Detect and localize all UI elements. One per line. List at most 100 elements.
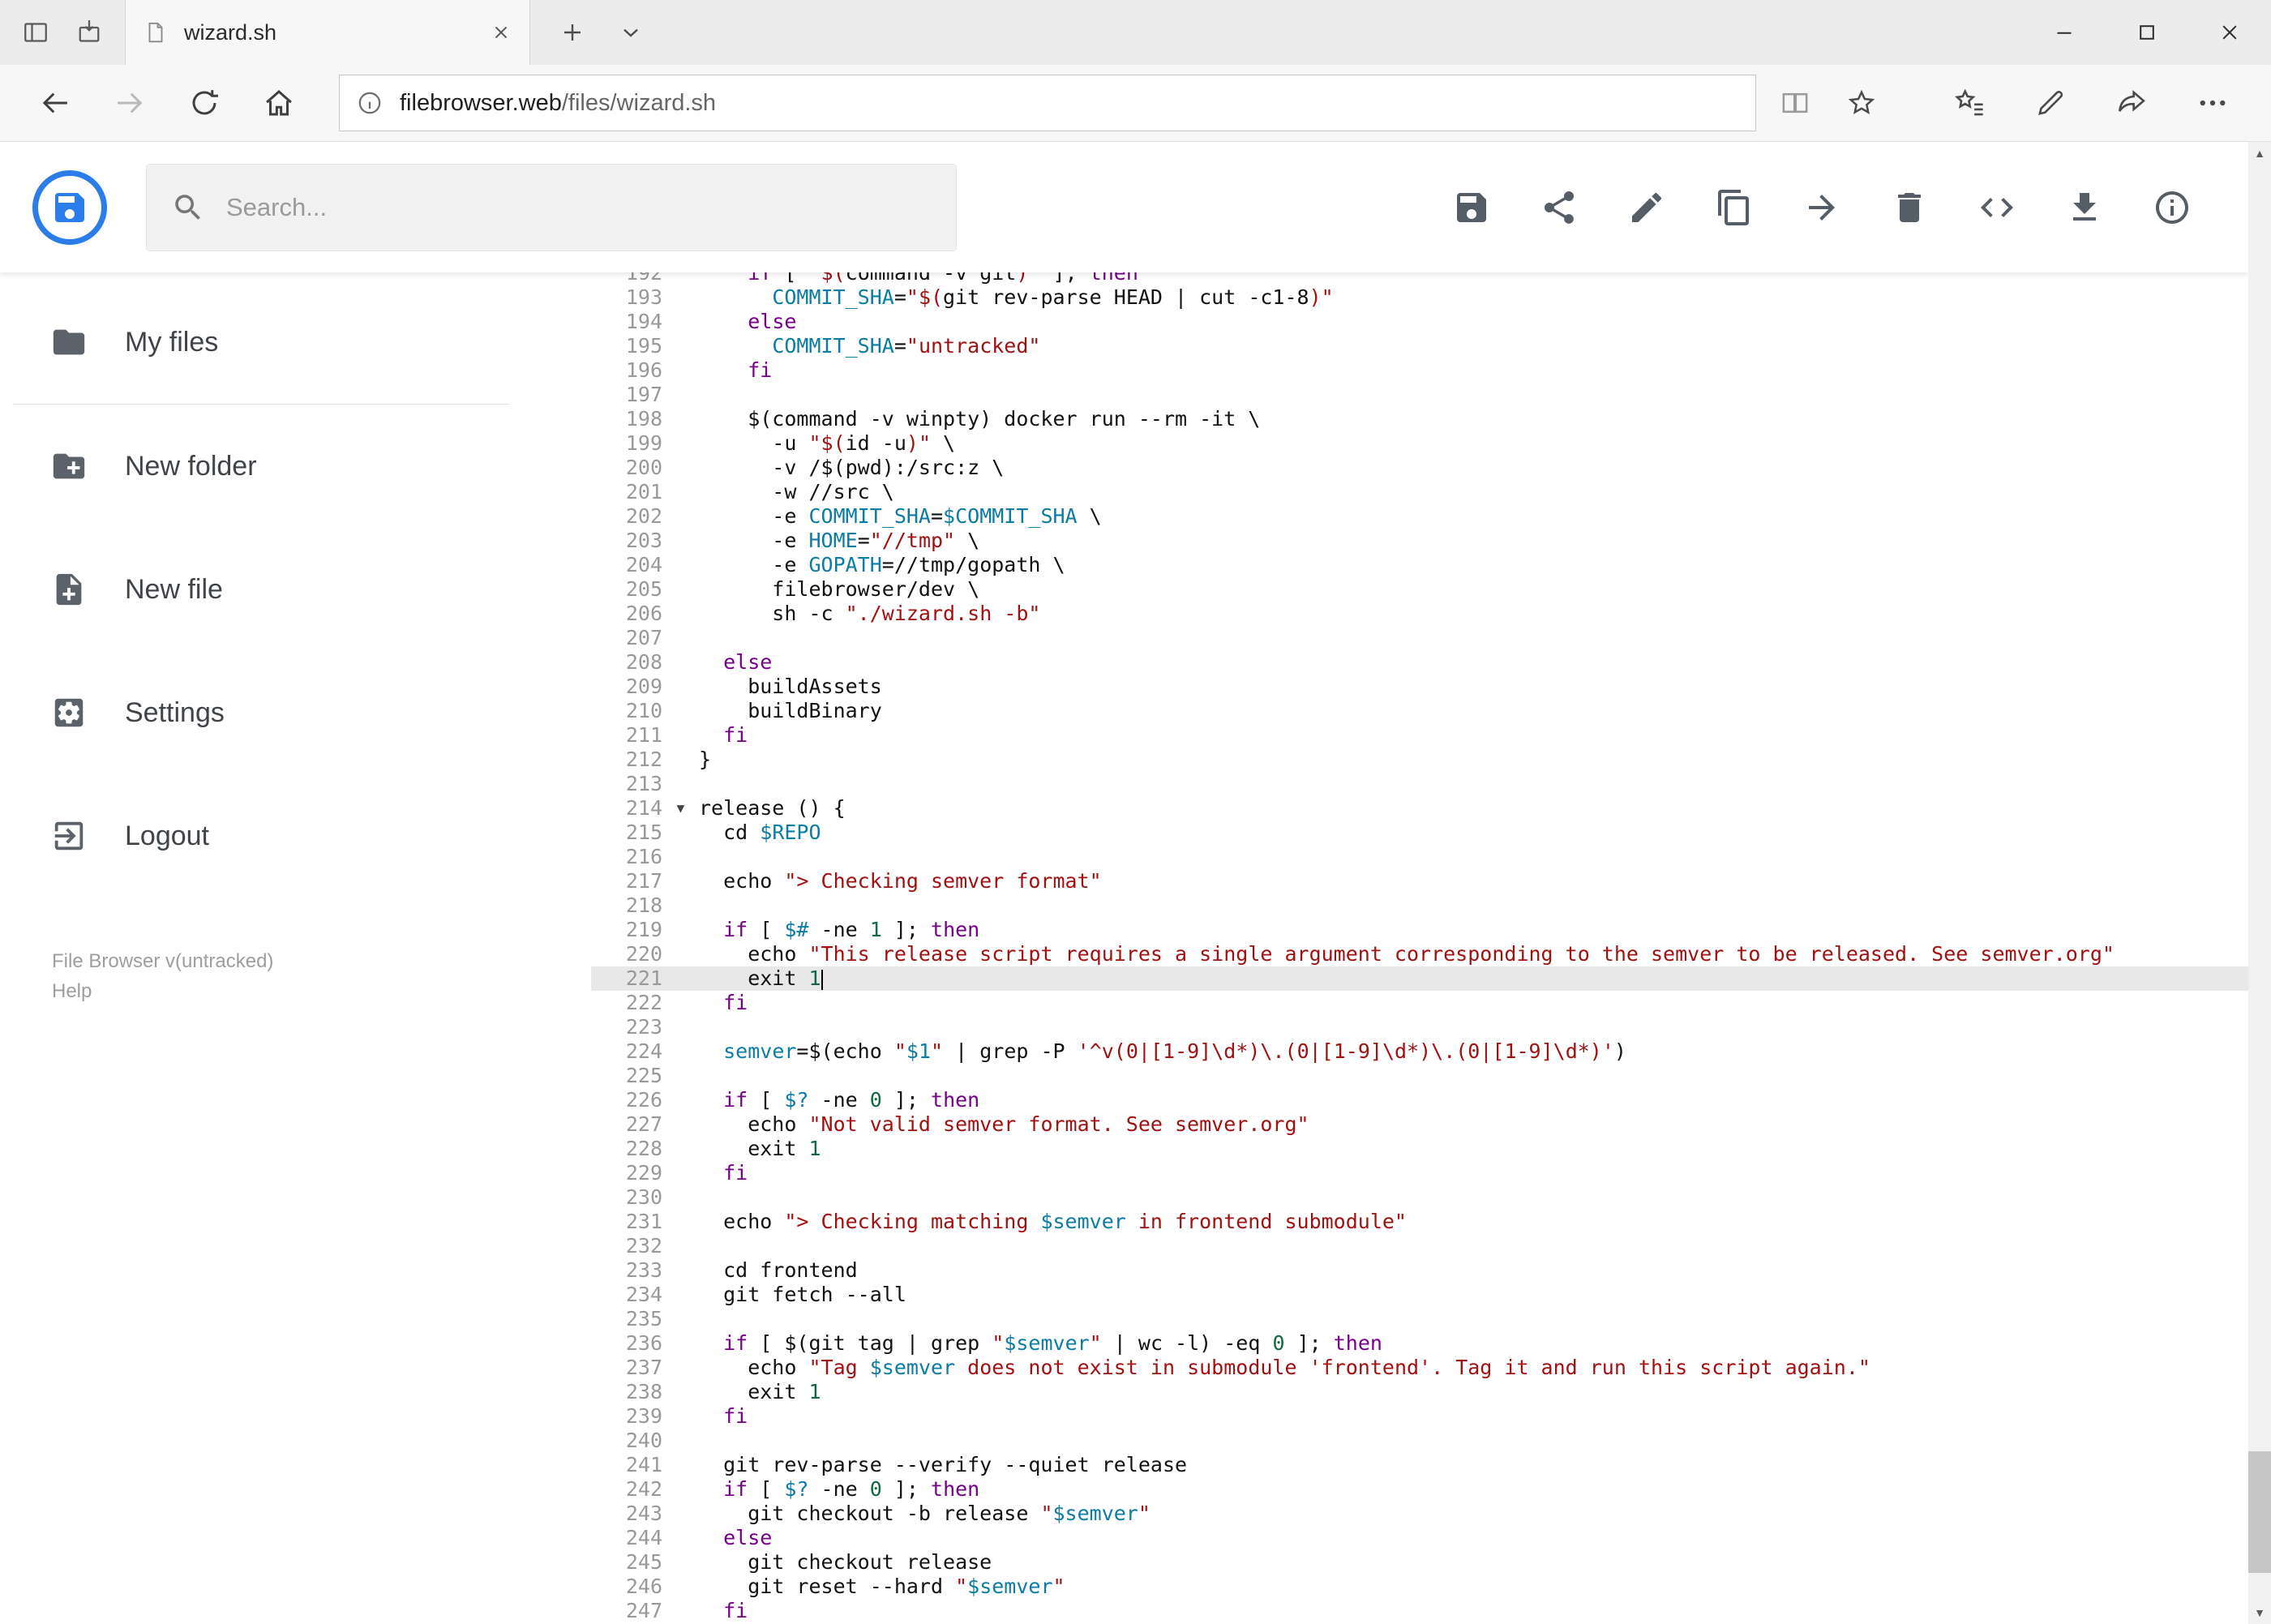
code-line[interactable]: 230 [591,1185,2248,1210]
code-line[interactable]: 246 git reset --hard "$semver" [591,1575,2248,1599]
code-line[interactable]: 210 buildBinary [591,699,2248,723]
help-link[interactable]: Help [52,976,523,1006]
forward-icon[interactable] [92,65,167,142]
code-line[interactable]: 193 COMMIT_SHA="$(git rev-parse HEAD | c… [591,285,2248,310]
code-line[interactable]: 237 echo "Tag $semver does not exist in … [591,1356,2248,1380]
code-line[interactable]: 223 [591,1015,2248,1039]
share-icon[interactable] [2091,65,2172,142]
sidebar-item-logout[interactable]: Logout [0,774,523,898]
code-line[interactable]: 243 git checkout -b release "$semver" [591,1502,2248,1526]
code-line[interactable]: 244 else [591,1526,2248,1550]
code-line[interactable]: 225 [591,1064,2248,1088]
code-line[interactable]: 227 echo "Not valid semver format. See s… [591,1112,2248,1137]
code-line[interactable]: 215 cd $REPO [591,821,2248,845]
sidebar-item-my-files[interactable]: My files [0,281,523,404]
code-line[interactable]: 228 exit 1 [591,1137,2248,1161]
maximize-button[interactable] [2106,0,2188,65]
code-line[interactable]: 239 fi [591,1404,2248,1429]
code-line[interactable]: 197 [591,383,2248,407]
save-icon[interactable] [1452,188,1491,227]
code-line[interactable]: 226 if [ $? -ne 0 ]; then [591,1088,2248,1112]
page-info-icon[interactable] [356,89,383,117]
code-line[interactable]: 224 semver=$(echo "$1" | grep -P '^v(0|[… [591,1039,2248,1064]
code-line[interactable]: 198 $(command -v winpty) docker run --rm… [591,407,2248,431]
tab-list-chevron-icon[interactable] [618,19,644,45]
code-line[interactable]: 209 buildAssets [591,675,2248,699]
search-input[interactable]: Search... [146,163,957,251]
download-icon[interactable] [2065,188,2104,227]
hub-favorites-icon[interactable] [1929,65,2010,142]
code-line[interactable]: 204 -e GOPATH=//tmp/gopath \ [591,553,2248,577]
code-line[interactable]: 242 if [ $? -ne 0 ]; then [591,1477,2248,1502]
raw-code-icon[interactable] [1977,188,2016,227]
code-line[interactable]: 203 -e HOME="//tmp" \ [591,529,2248,553]
code-line[interactable]: 192 if [ "$(command -v git)" ]; then [591,272,2248,285]
scroll-down-icon[interactable]: ▼ [2248,1601,2271,1624]
code-line[interactable]: 220 echo "This release script requires a… [591,942,2248,966]
code-line[interactable]: 219 if [ $# -ne 1 ]; then [591,918,2248,942]
scroll-thumb[interactable] [2248,1451,2271,1573]
delete-trash-icon[interactable] [1890,188,1929,227]
home-icon[interactable] [242,65,316,142]
code-line[interactable]: 195 COMMIT_SHA="untracked" [591,334,2248,358]
code-line[interactable]: 238 exit 1 [591,1380,2248,1404]
refresh-icon[interactable] [167,65,242,142]
move-arrow-icon[interactable] [1802,188,1841,227]
minimize-button[interactable] [2023,0,2106,65]
code-line[interactable]: 234 git fetch --all [591,1283,2248,1307]
code-line[interactable]: 202 -e COMMIT_SHA=$COMMIT_SHA \ [591,504,2248,529]
fold-arrow-icon[interactable]: ▼ [662,796,699,821]
tab-close-icon[interactable] [491,22,512,43]
code-line[interactable]: 199 -u "$(id -u)" \ [591,431,2248,456]
code-line[interactable]: 194 else [591,310,2248,334]
code-line[interactable]: 241 git rev-parse --verify --quiet relea… [591,1453,2248,1477]
code-line[interactable]: 218 [591,893,2248,918]
sidebar-item-settings[interactable]: Settings [0,651,523,774]
share-file-icon[interactable] [1540,188,1579,227]
code-line[interactable]: 247 fi [591,1599,2248,1623]
code-line[interactable]: 207 [591,626,2248,650]
sidebar-item-new-file[interactable]: New file [0,528,523,651]
set-tabs-aside-icon[interactable] [75,18,104,47]
rename-pencil-icon[interactable] [1627,188,1666,227]
code-line[interactable]: 235 [591,1307,2248,1331]
copy-icon[interactable] [1715,188,1754,227]
more-ellipsis-icon[interactable] [2172,65,2253,142]
address-bar[interactable]: filebrowser.web/files/wizard.sh [339,75,1756,131]
code-line[interactable]: 212} [591,748,2248,772]
tabs-preview-icon[interactable] [21,18,50,47]
code-line[interactable]: 232 [591,1234,2248,1258]
favorite-star-icon[interactable] [1836,65,1888,142]
code-line[interactable]: 229 fi [591,1161,2248,1185]
code-line[interactable]: 196 fi [591,358,2248,383]
new-tab-button[interactable] [559,19,585,45]
scroll-up-icon[interactable]: ▲ [2248,142,2271,165]
code-line[interactable]: 205 filebrowser/dev \ [591,577,2248,602]
code-line[interactable]: 201 -w //src \ [591,480,2248,504]
code-editor[interactable]: 192 if [ "$(command -v git)" ]; then 193 … [523,272,2248,1624]
code-line[interactable]: 217 echo "> Checking semver format" [591,869,2248,893]
code-line[interactable]: 216 [591,845,2248,869]
code-line[interactable]: 214 ▼ release () { [591,796,2248,821]
close-button[interactable] [2188,0,2271,65]
scrollbar[interactable]: ▲ ▼ [2248,142,2271,1624]
info-icon[interactable] [2153,188,2192,227]
web-note-pen-icon[interactable] [2010,65,2091,142]
code-line[interactable]: 208 else [591,650,2248,675]
code-line[interactable]: 221 exit 1 [591,966,2248,991]
browser-tab[interactable]: wizard.sh [125,0,530,65]
reading-view-icon[interactable] [1769,65,1821,142]
code-line[interactable]: 222 fi [591,991,2248,1015]
code-line[interactable]: 240 [591,1429,2248,1453]
code-line[interactable]: 245 git checkout release [591,1550,2248,1575]
code-line[interactable]: 236 if [ $(git tag | grep "$semver" | wc… [591,1331,2248,1356]
filebrowser-logo-icon[interactable] [32,169,107,245]
code-line[interactable]: 213 [591,772,2248,796]
code-line[interactable]: 233 cd frontend [591,1258,2248,1283]
code-line[interactable]: 231 echo "> Checking matching $semver in… [591,1210,2248,1234]
back-icon[interactable] [18,65,92,142]
sidebar-item-new-folder[interactable]: New folder [0,405,523,528]
code-line[interactable]: 206 sh -c "./wizard.sh -b" [591,602,2248,626]
code-line[interactable]: 211 fi [591,723,2248,748]
code-line[interactable]: 200 -v /$(pwd):/src:z \ [591,456,2248,480]
